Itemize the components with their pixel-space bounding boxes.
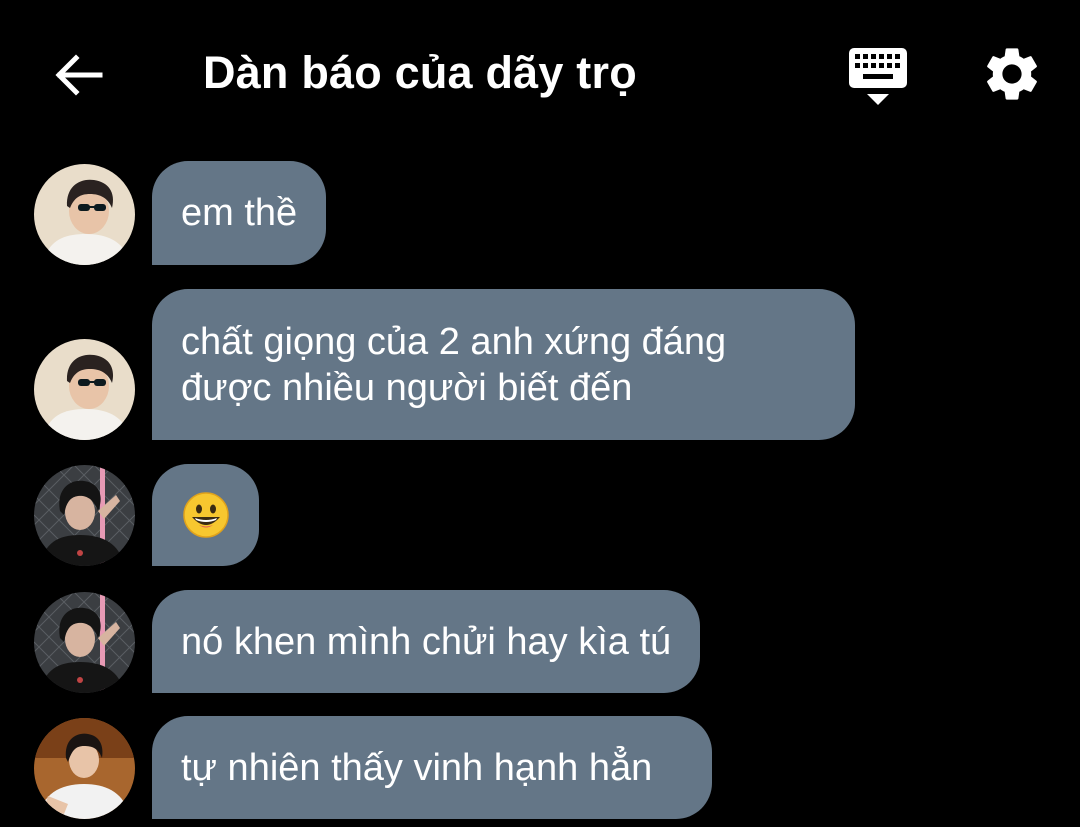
message-text: em thề [181,192,298,234]
message-bubble[interactable] [152,464,259,566]
avatar-sunglasses-boy-image [34,164,135,265]
avatar[interactable] [34,718,135,819]
avatar-white-shirt-boy-image [34,718,135,819]
message-bubble[interactable]: tự nhiên thấy vinh hạnh hẳn [152,716,712,819]
avatar[interactable] [34,339,135,440]
avatar-black-shirt-boy-image [34,465,135,566]
avatar[interactable] [34,164,135,265]
avatar-sunglasses-boy-image [34,339,135,440]
message-bubble[interactable]: chất giọng của 2 anh xứng đáng được nhiề… [152,289,855,440]
grinning-face-emoji [182,492,229,538]
message-text: nó khen mình chửi hay kìa tú [181,620,672,663]
message-bubble[interactable]: nó khen mình chửi hay kìa tú [152,590,701,693]
avatar[interactable] [34,465,135,566]
message-text: tự nhiên thấy vinh hạnh hẳn [181,746,653,789]
message-bubble[interactable]: em thề [152,161,327,265]
message-text: chất giọng của 2 anh xứng đáng được nhiề… [181,320,727,409]
message-list[interactable]: em thề chất giọng của 2 anh xứng đáng đư… [0,0,1080,827]
avatar[interactable] [34,592,135,693]
avatar-black-shirt-boy-image [34,592,135,693]
